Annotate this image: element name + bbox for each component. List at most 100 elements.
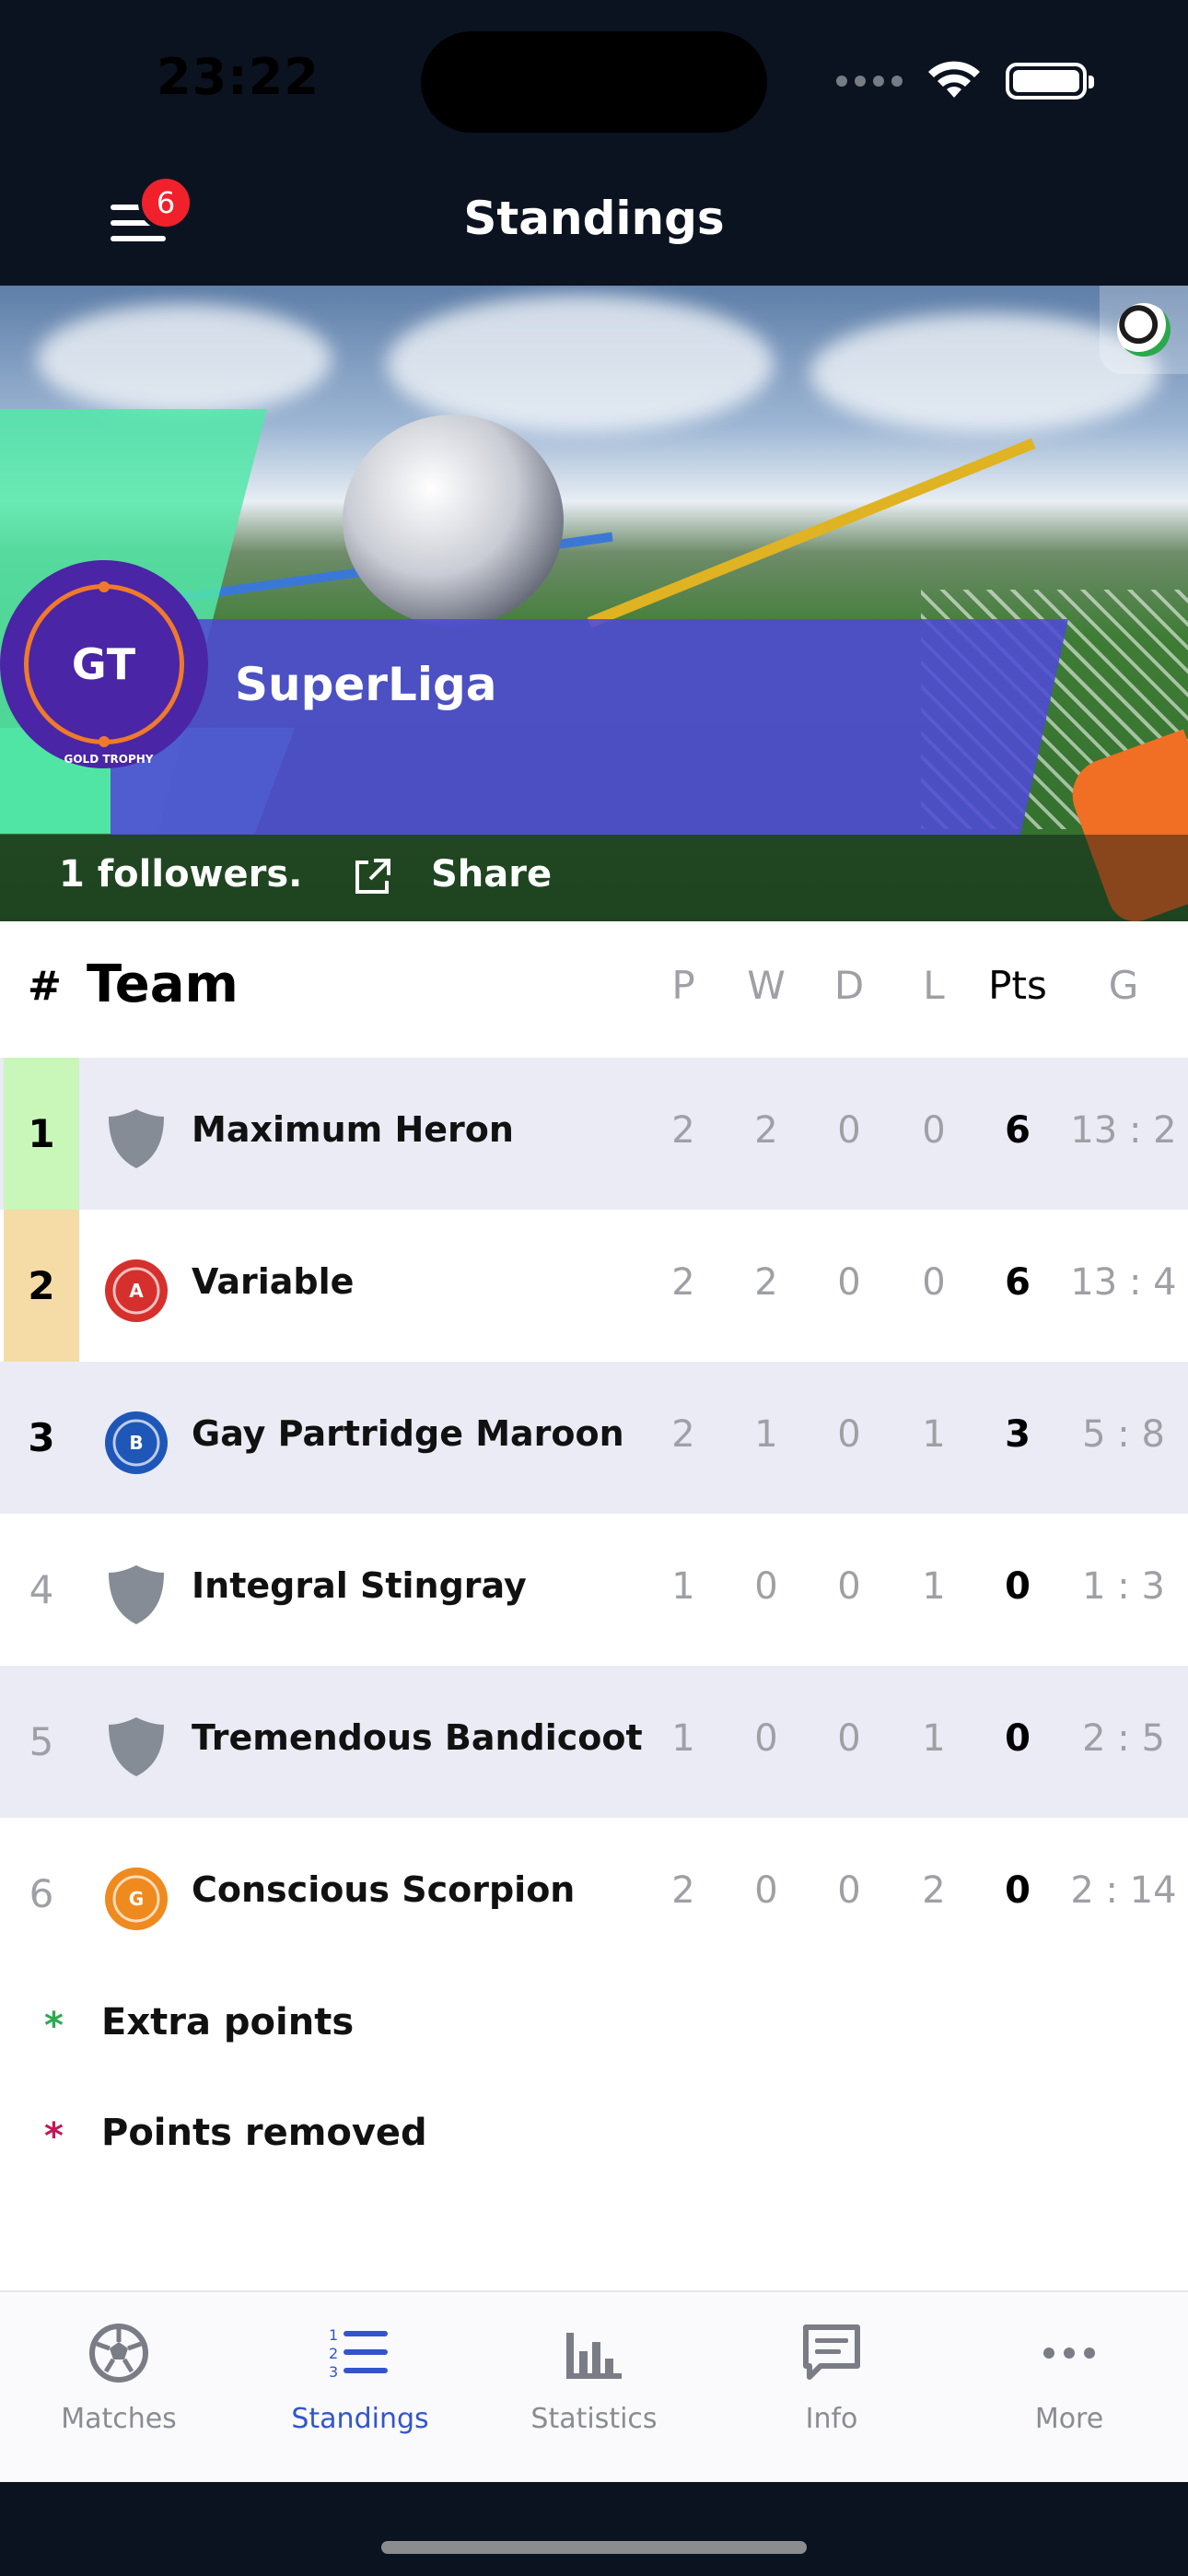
tab-label: Standings [291, 2403, 429, 2435]
bar-chart-icon [566, 2333, 622, 2379]
header-position: # [28, 963, 62, 1010]
shield-icon [109, 1565, 164, 1624]
stat-lost: 0 [922, 1109, 946, 1152]
header-won: W [747, 963, 786, 1008]
share-icon[interactable] [352, 857, 392, 897]
row-position: 6 [29, 1871, 54, 1916]
stat-goals: 13 : 2 [1070, 1109, 1177, 1152]
chat-icon [803, 2324, 860, 2380]
table-row[interactable]: 1 Maximum Heron 2 2 0 0 6 13 : 2 [0, 1058, 1188, 1210]
followers-count: 1 followers. [59, 853, 303, 896]
logo-initials: GT [71, 639, 137, 689]
stat-played: 2 [671, 1413, 695, 1456]
status-time: 23:22 [157, 48, 320, 106]
league-name: SuperLiga [235, 658, 497, 711]
crest-letter: A [129, 1280, 144, 1302]
more-dots-icon [1043, 2348, 1095, 2359]
soccer-ball-icon [89, 2324, 148, 2383]
tab-label: More [1034, 2403, 1104, 2435]
status-icons [836, 61, 1094, 101]
stat-played: 2 [671, 1109, 695, 1152]
stat-drawn: 0 [837, 1565, 861, 1608]
svg-text:2: 2 [329, 2345, 338, 2362]
stat-won: 2 [754, 1109, 778, 1152]
row-position: 4 [29, 1567, 54, 1612]
badge-b-icon: B [105, 1411, 168, 1474]
stat-points: 6 [1005, 1109, 1031, 1152]
stat-goals: 5 : 8 [1082, 1413, 1165, 1456]
league-logo: GT GOLD TROPHY [0, 560, 208, 768]
stat-drawn: 0 [837, 1869, 861, 1912]
wifi-icon [928, 61, 980, 98]
stat-won: 0 [754, 1717, 778, 1760]
stat-goals: 13 : 4 [1070, 1261, 1177, 1304]
stat-won: 0 [754, 1869, 778, 1912]
stat-lost: 1 [922, 1717, 946, 1760]
table-row[interactable]: 6 G Conscious Scorpion 2 0 0 2 0 2 : 14 [0, 1818, 1188, 1970]
team-name: Gay Partridge Maroon [192, 1413, 624, 1454]
header-goals: G [1108, 963, 1139, 1008]
stat-points: 0 [1005, 1565, 1031, 1608]
extra-points-label: Extra points [101, 2001, 355, 2043]
header-lost: L [923, 963, 945, 1008]
stat-won: 0 [754, 1565, 778, 1608]
points-removed-symbol: * [44, 2115, 64, 2158]
share-button[interactable]: Share [431, 853, 552, 896]
table-row[interactable]: 3 B Gay Partridge Maroon 2 1 0 1 3 5 : 8 [0, 1362, 1188, 1514]
stat-goals: 2 : 5 [1082, 1717, 1165, 1760]
tab-more[interactable]: More [950, 2320, 1188, 2435]
logo-caption: GOLD TROPHY [64, 753, 154, 766]
stat-lost: 2 [922, 1869, 946, 1912]
table-row[interactable]: 2 A Variable 2 2 0 0 6 13 : 4 [0, 1210, 1188, 1362]
points-removed-label: Points removed [101, 2112, 427, 2154]
extra-points-symbol: * [44, 2005, 64, 2047]
cellular-signal-icon [836, 76, 903, 87]
dynamic-island [421, 31, 767, 133]
stat-lost: 1 [922, 1565, 946, 1608]
header-team: Team [87, 954, 239, 1014]
team-name: Variable [192, 1261, 355, 1302]
stat-lost: 1 [922, 1413, 946, 1456]
row-position: 1 [4, 1058, 79, 1210]
table-row[interactable]: 4 Integral Stingray 1 0 0 1 0 1 : 3 [0, 1514, 1188, 1666]
stat-won: 2 [754, 1261, 778, 1304]
battery-icon [1006, 63, 1094, 100]
team-name: Conscious Scorpion [192, 1869, 576, 1910]
soccer-ball-photo [343, 415, 564, 626]
header-drawn: D [833, 963, 865, 1008]
page-title: Standings [463, 192, 725, 245]
tab-info[interactable]: Info [713, 2320, 950, 2435]
home-indicator[interactable] [381, 2541, 807, 2554]
crest-letter: B [129, 1432, 143, 1454]
tab-statistics[interactable]: Statistics [475, 2320, 713, 2435]
stat-played: 2 [671, 1261, 695, 1304]
team-name: Integral Stingray [192, 1565, 527, 1606]
stat-played: 1 [671, 1717, 695, 1760]
stat-played: 2 [671, 1869, 695, 1912]
team-name: Tremendous Bandicoot [192, 1717, 643, 1758]
stat-points: 0 [1005, 1869, 1031, 1912]
tab-label: Info [805, 2403, 858, 2435]
stat-drawn: 0 [837, 1109, 861, 1152]
stat-points: 3 [1005, 1413, 1031, 1456]
stat-drawn: 0 [837, 1717, 861, 1760]
tab-matches[interactable]: Matches [0, 2320, 238, 2435]
shield-icon [109, 1109, 164, 1168]
stat-goals: 2 : 14 [1070, 1869, 1177, 1912]
crest-letter: G [129, 1888, 144, 1910]
stat-goals: 1 : 3 [1082, 1565, 1165, 1608]
header-played: P [671, 963, 695, 1008]
badge-g-icon: G [105, 1868, 168, 1930]
stat-drawn: 0 [837, 1413, 861, 1456]
stat-points: 0 [1005, 1717, 1031, 1760]
stat-won: 1 [754, 1413, 778, 1456]
svg-text:1: 1 [329, 2326, 338, 2344]
list-numbered-icon: 1 2 3 [329, 2326, 388, 2381]
tab-label: Matches [61, 2403, 177, 2435]
shield-icon [109, 1717, 164, 1776]
stat-drawn: 0 [837, 1261, 861, 1304]
team-name: Maximum Heron [192, 1109, 514, 1150]
tab-standings[interactable]: 1 2 3 Standings [241, 2320, 479, 2435]
row-position: 3 [28, 1415, 55, 1460]
table-row[interactable]: 5 Tremendous Bandicoot 1 0 0 1 0 2 : 5 [0, 1666, 1188, 1818]
